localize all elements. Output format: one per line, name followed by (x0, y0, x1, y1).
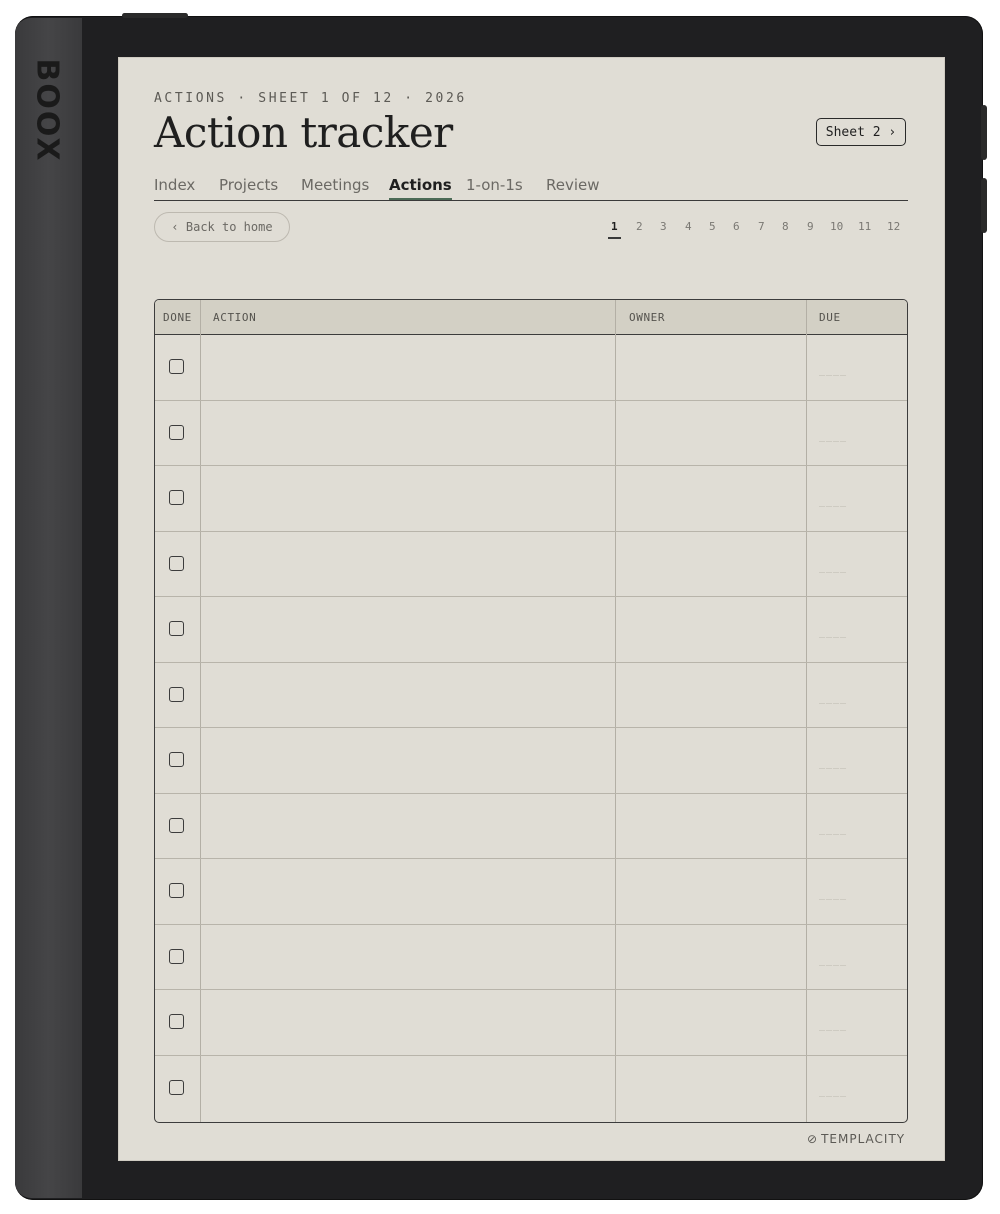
page-title: Action tracker (154, 108, 453, 157)
page-link-2[interactable]: 2 (636, 220, 643, 233)
tab-index[interactable]: Index (154, 176, 195, 194)
page-link-3[interactable]: 3 (660, 220, 667, 233)
templacity-logo: ⊘ TEMPLACITY (807, 1132, 906, 1146)
due-date-placeholder[interactable]: ____ (819, 627, 847, 638)
done-checkbox[interactable] (169, 948, 184, 964)
table-row: ____ (155, 532, 907, 597)
due-date-placeholder[interactable]: ____ (819, 1020, 847, 1031)
page-link-4[interactable]: 4 (685, 220, 692, 233)
page-link-1[interactable]: 1 (608, 220, 621, 239)
page-kicker: ACTIONS · SHEET 1 OF 12 · 2026 (154, 91, 467, 106)
action-table: DONE ACTION OWNER DUE ____ ____ ____ ____ __… (154, 299, 908, 1123)
table-header: DONE ACTION OWNER DUE (155, 300, 907, 335)
done-checkbox[interactable] (169, 1014, 184, 1029)
due-date-placeholder[interactable]: ____ (819, 1086, 847, 1097)
done-checkbox[interactable] (169, 621, 184, 636)
done-checkbox[interactable] (169, 555, 184, 571)
table-row: ____ (155, 1056, 907, 1122)
table-row: ____ (155, 466, 907, 532)
done-checkbox[interactable] (169, 490, 184, 505)
next-sheet-button[interactable]: Sheet 2 › (816, 118, 906, 146)
due-date-placeholder[interactable]: ____ (819, 562, 847, 573)
page-link-6[interactable]: 6 (733, 220, 740, 233)
done-checkbox[interactable] (169, 686, 184, 702)
page-link-7[interactable]: 7 (758, 220, 765, 233)
table-row: ____ (155, 925, 907, 990)
done-checkbox[interactable] (169, 883, 184, 898)
page-link-5[interactable]: 5 (709, 220, 716, 233)
table-row: ____ (155, 597, 907, 663)
table-row: ____ (155, 335, 907, 401)
table-row: ____ (155, 859, 907, 925)
power-button[interactable] (122, 13, 188, 18)
due-date-placeholder[interactable]: ____ (819, 889, 847, 900)
device-spine (15, 18, 82, 1198)
sheet-pager: 1 2 3 4 5 6 7 8 9 10 11 12 (119, 220, 944, 240)
done-checkbox[interactable] (169, 359, 184, 374)
page-link-8[interactable]: 8 (782, 220, 789, 233)
due-date-placeholder[interactable]: ____ (819, 431, 847, 442)
table-row: ____ (155, 663, 907, 728)
page-back-button[interactable] (981, 178, 987, 233)
column-header-action: ACTION (213, 311, 257, 324)
tab-bar: Index Projects Meetings Actions 1-on-1s … (154, 176, 908, 201)
table-row: ____ (155, 401, 907, 466)
page-link-10[interactable]: 10 (830, 220, 843, 233)
done-checkbox[interactable] (169, 817, 184, 833)
tab-projects[interactable]: Projects (219, 176, 278, 194)
due-date-placeholder[interactable]: ____ (819, 758, 847, 769)
tab-actions[interactable]: Actions (389, 176, 452, 200)
done-checkbox[interactable] (169, 1079, 184, 1095)
device-brand-logo: BOOX (29, 58, 65, 162)
due-date-placeholder[interactable]: ____ (819, 496, 847, 507)
eink-screen: ACTIONS · SHEET 1 OF 12 · 2026 Action tr… (118, 57, 945, 1161)
tab-meetings[interactable]: Meetings (301, 176, 369, 194)
paperclip-icon: ⊘ (807, 1132, 819, 1146)
table-row: ____ (155, 990, 907, 1056)
tab-review[interactable]: Review (546, 176, 600, 194)
column-header-done: DONE (163, 311, 192, 324)
tab-1-on-1s[interactable]: 1-on-1s (466, 176, 523, 194)
column-header-owner: OWNER (629, 311, 666, 324)
page-forward-button[interactable] (981, 105, 987, 160)
done-checkbox[interactable] (169, 752, 184, 767)
page-link-12[interactable]: 12 (887, 220, 900, 233)
table-row: ____ (155, 728, 907, 794)
due-date-placeholder[interactable]: ____ (819, 693, 847, 704)
done-checkbox[interactable] (169, 424, 184, 440)
page-link-11[interactable]: 11 (858, 220, 871, 233)
page-link-9[interactable]: 9 (807, 220, 814, 233)
table-row: ____ (155, 794, 907, 859)
due-date-placeholder[interactable]: ____ (819, 365, 847, 376)
due-date-placeholder[interactable]: ____ (819, 824, 847, 835)
due-date-placeholder[interactable]: ____ (819, 955, 847, 966)
column-header-due: DUE (819, 311, 841, 324)
